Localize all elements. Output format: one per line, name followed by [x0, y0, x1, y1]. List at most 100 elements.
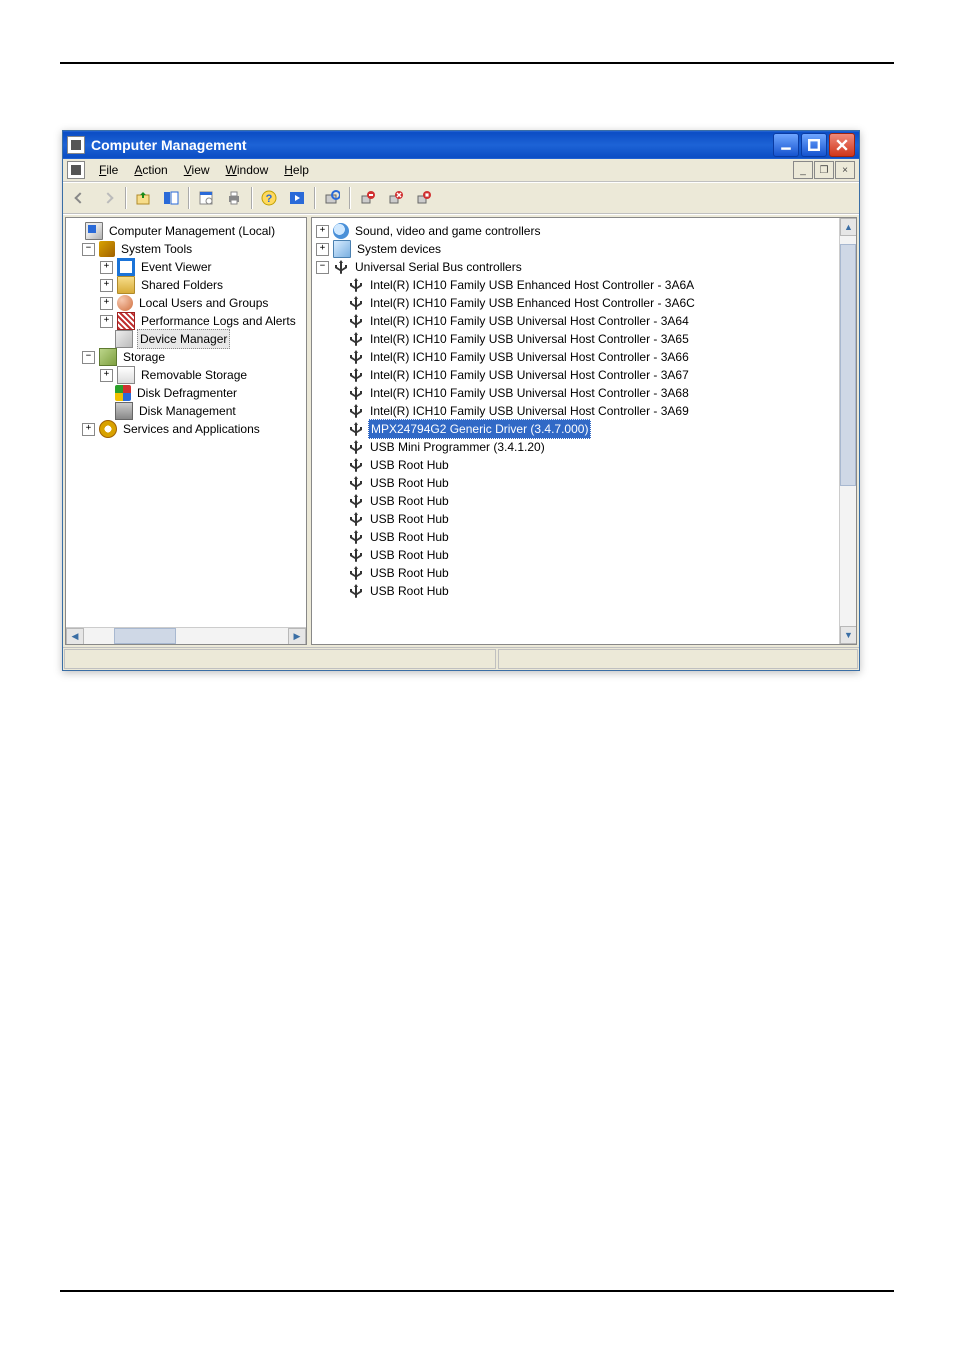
device-label[interactable]: USB Root Hub [368, 546, 451, 564]
device-item[interactable]: USB Root Hub [316, 492, 838, 510]
device-label[interactable]: Intel(R) ICH10 Family USB Universal Host… [368, 348, 691, 366]
expand-toggle[interactable]: + [100, 315, 113, 328]
device-item[interactable]: USB Root Hub [316, 546, 838, 564]
tree-device-manager[interactable]: Device Manager [137, 329, 230, 349]
device-label[interactable]: Intel(R) ICH10 Family USB Universal Host… [368, 312, 691, 330]
device-item[interactable]: USB Mini Programmer (3.4.1.20) [316, 438, 838, 456]
menu-view[interactable]: View [176, 160, 218, 180]
up-button[interactable] [130, 185, 156, 211]
tree-shared-folders[interactable]: Shared Folders [139, 276, 225, 294]
device-label[interactable]: USB Root Hub [368, 528, 451, 546]
device-label[interactable]: USB Root Hub [368, 456, 451, 474]
scroll-down-button[interactable]: ▼ [840, 626, 857, 644]
device-item[interactable]: Intel(R) ICH10 Family USB Universal Host… [316, 384, 838, 402]
scroll-left-button[interactable]: ◀ [66, 628, 84, 645]
close-button[interactable] [829, 133, 855, 157]
scroll-track[interactable] [840, 236, 856, 626]
device-item[interactable]: Intel(R) ICH10 Family USB Enhanced Host … [316, 294, 838, 312]
device-item[interactable]: MPX24794G2 Generic Driver (3.4.7.000) [316, 420, 838, 438]
device-item[interactable]: USB Root Hub [316, 474, 838, 492]
device-label[interactable]: USB Root Hub [368, 564, 451, 582]
device-label[interactable]: USB Root Hub [368, 492, 451, 510]
device-item[interactable]: Intel(R) ICH10 Family USB Universal Host… [316, 312, 838, 330]
device-item[interactable]: Intel(R) ICH10 Family USB Universal Host… [316, 402, 838, 420]
device-label[interactable]: USB Mini Programmer (3.4.1.20) [368, 438, 547, 456]
title-bar[interactable]: Computer Management [63, 131, 859, 159]
device-item[interactable]: Intel(R) ICH10 Family USB Universal Host… [316, 330, 838, 348]
device-item[interactable]: USB Root Hub [316, 456, 838, 474]
tree-removable[interactable]: Removable Storage [139, 366, 249, 384]
cat-sysdev[interactable]: System devices [355, 240, 443, 258]
tree-local-users[interactable]: Local Users and Groups [137, 294, 270, 312]
scroll-up-button[interactable]: ▲ [840, 218, 857, 236]
scroll-thumb[interactable] [840, 244, 856, 486]
device-label[interactable]: USB Root Hub [368, 582, 451, 600]
scroll-right-button[interactable]: ▶ [288, 628, 306, 645]
device-label[interactable]: Intel(R) ICH10 Family USB Universal Host… [368, 366, 691, 384]
tree-storage[interactable]: Storage [121, 348, 167, 366]
scope-pane[interactable]: Computer Management (Local) − System Tool… [65, 217, 307, 645]
mdi-restore-button[interactable]: ❐ [814, 161, 834, 179]
device-item[interactable]: Intel(R) ICH10 Family USB Universal Host… [316, 348, 838, 366]
expand-toggle[interactable]: + [316, 243, 329, 256]
expand-toggle[interactable]: + [100, 279, 113, 292]
tree-event-viewer[interactable]: Event Viewer [139, 258, 213, 276]
tools-icon [99, 241, 115, 257]
tree-defrag[interactable]: Disk Defragmenter [135, 384, 239, 402]
expand-toggle[interactable]: + [100, 261, 113, 274]
cat-sound[interactable]: Sound, video and game controllers [353, 222, 542, 240]
action-button[interactable] [284, 185, 310, 211]
device-item[interactable]: Intel(R) ICH10 Family USB Enhanced Host … [316, 276, 838, 294]
menu-window[interactable]: Window [218, 160, 277, 180]
collapse-toggle[interactable]: − [82, 351, 95, 364]
device-item[interactable]: Intel(R) ICH10 Family USB Universal Host… [316, 366, 838, 384]
uninstall-button[interactable] [354, 185, 380, 211]
tree-services[interactable]: Services and Applications [121, 420, 262, 438]
left-hscrollbar[interactable]: ◀ ▶ [66, 627, 306, 644]
scan-hardware-button[interactable] [319, 185, 345, 211]
device-label[interactable]: MPX24794G2 Generic Driver (3.4.7.000) [368, 419, 591, 439]
tree-perf-logs[interactable]: Performance Logs and Alerts [139, 312, 298, 330]
cat-usb[interactable]: Universal Serial Bus controllers [353, 258, 524, 276]
device-label[interactable]: Intel(R) ICH10 Family USB Enhanced Host … [368, 294, 697, 312]
menu-help[interactable]: Help [276, 160, 317, 180]
forward-button[interactable] [95, 185, 121, 211]
menu-action[interactable]: Action [126, 160, 175, 180]
scroll-track[interactable] [84, 628, 288, 644]
expand-toggle[interactable]: + [82, 423, 95, 436]
tree-disk-mgmt[interactable]: Disk Management [137, 402, 238, 420]
scroll-thumb[interactable] [114, 628, 176, 644]
tree-root[interactable]: Computer Management (Local) [107, 222, 277, 240]
device-label[interactable]: USB Root Hub [368, 474, 451, 492]
tree-system-tools[interactable]: System Tools [119, 240, 194, 258]
mdi-close-button[interactable]: × [835, 161, 855, 179]
menu-file[interactable]: File [91, 160, 126, 180]
device-label[interactable]: USB Root Hub [368, 510, 451, 528]
back-button[interactable] [67, 185, 93, 211]
expand-toggle[interactable]: + [316, 225, 329, 238]
collapse-toggle[interactable]: − [316, 261, 329, 274]
device-label[interactable]: Intel(R) ICH10 Family USB Universal Host… [368, 384, 691, 402]
device-item[interactable]: USB Root Hub [316, 510, 838, 528]
properties-button[interactable] [193, 185, 219, 211]
disable-button[interactable] [410, 185, 436, 211]
collapse-toggle[interactable]: − [82, 243, 95, 256]
device-item[interactable]: USB Root Hub [316, 528, 838, 546]
update-driver-button[interactable] [382, 185, 408, 211]
maximize-button[interactable] [801, 133, 827, 157]
right-vscrollbar[interactable]: ▲ ▼ [839, 218, 856, 644]
device-item[interactable]: USB Root Hub [316, 582, 838, 600]
expand-toggle[interactable]: + [100, 297, 113, 310]
show-hide-tree-button[interactable] [158, 185, 184, 211]
print-button[interactable] [221, 185, 247, 211]
minimize-button[interactable] [773, 133, 799, 157]
device-label[interactable]: Intel(R) ICH10 Family USB Universal Host… [368, 330, 691, 348]
device-label[interactable]: Intel(R) ICH10 Family USB Universal Host… [368, 402, 691, 420]
help-button[interactable]: ? [256, 185, 282, 211]
mdi-minimize-button[interactable]: _ [793, 161, 813, 179]
expand-toggle[interactable]: + [100, 369, 113, 382]
device-item[interactable]: USB Root Hub [316, 564, 838, 582]
result-pane[interactable]: + Sound, video and game controllers + Syst… [311, 217, 857, 645]
status-cell [498, 649, 858, 669]
device-label[interactable]: Intel(R) ICH10 Family USB Enhanced Host … [368, 276, 696, 294]
